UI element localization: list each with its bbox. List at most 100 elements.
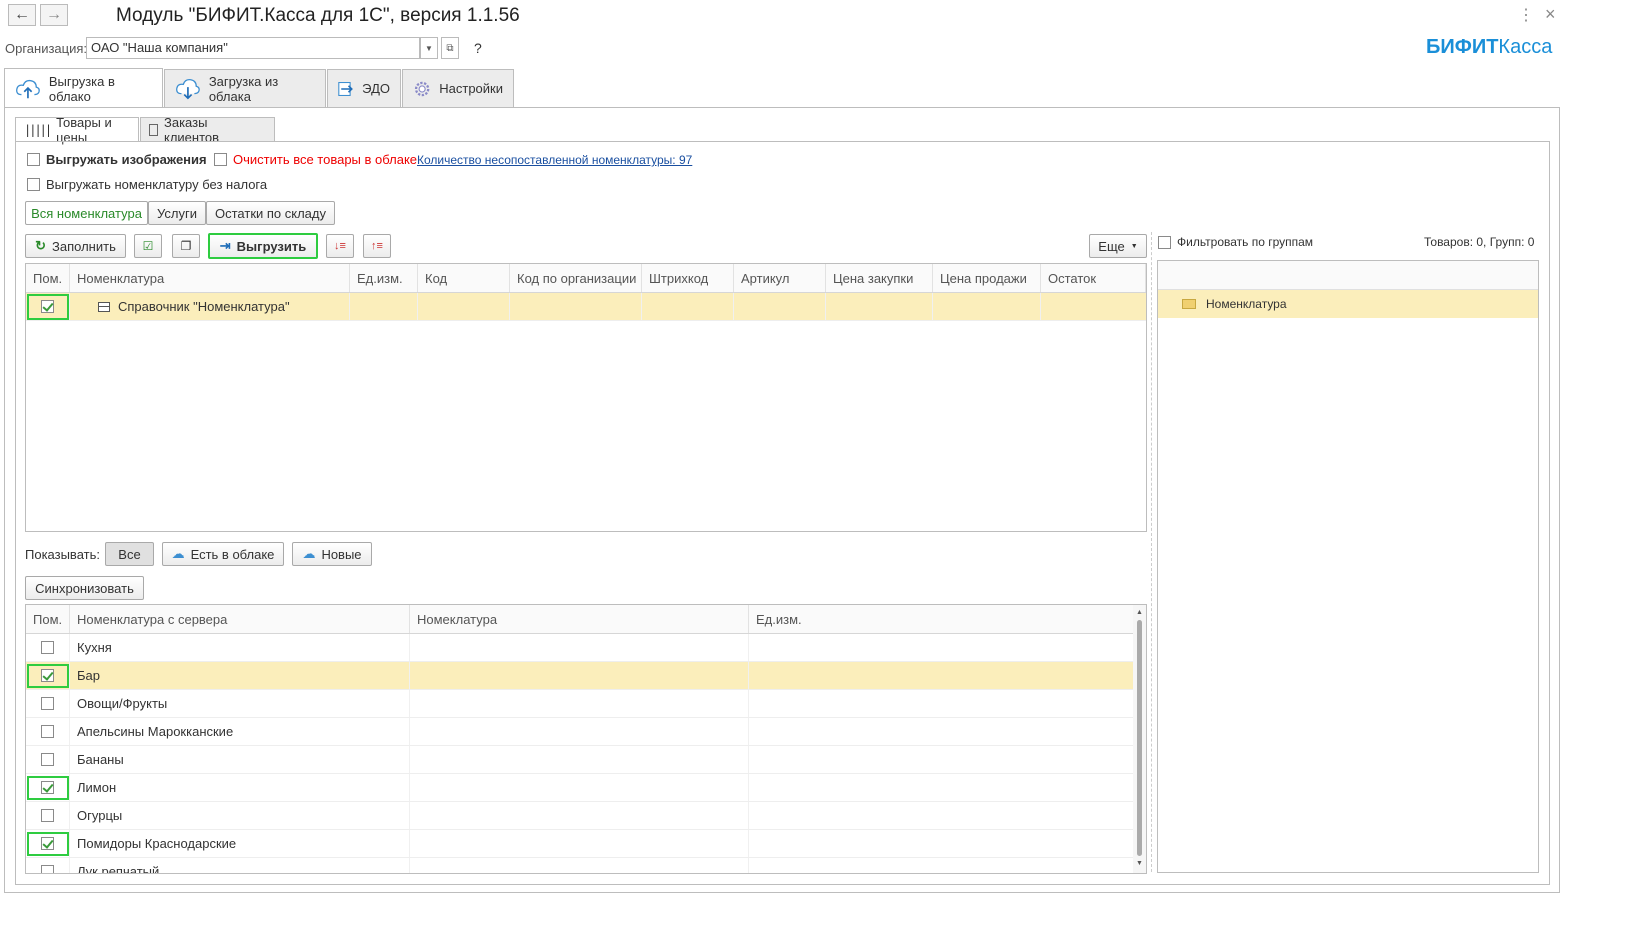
group-filter-label: Фильтровать по группам	[1177, 235, 1314, 249]
tab-upload[interactable]: Выгрузка в облако	[4, 68, 163, 108]
tab-edo[interactable]: ЭДО	[327, 69, 401, 107]
tab-client-orders[interactable]: Заказы клиентов	[140, 115, 275, 145]
col-article[interactable]: Артикул	[734, 264, 826, 292]
row-checkbox[interactable]	[41, 300, 54, 313]
row-server-name: Овощи/Фрукты	[70, 690, 410, 717]
sort-asc-button[interactable]: ↑≡	[363, 234, 391, 258]
export-images-option[interactable]: Выгружать изображения	[27, 152, 207, 167]
col-mark[interactable]: Пом.	[26, 264, 70, 292]
dropdown-button[interactable]: ▼	[420, 37, 438, 59]
row-server-name: Кухня	[70, 634, 410, 661]
open-window-icon: ⧉	[446, 42, 454, 54]
open-button[interactable]: ⧉	[441, 37, 459, 59]
col-local-name[interactable]: Номеклатура	[410, 605, 749, 633]
window-title: Модуль "БИФИТ.Касса для 1С", версия 1.1.…	[116, 5, 520, 26]
row-mark-cell[interactable]	[26, 690, 70, 717]
clear-cloud-checkbox[interactable]	[214, 153, 227, 166]
more-button[interactable]: Еще ▼	[1089, 234, 1147, 258]
help-button[interactable]: ?	[474, 40, 482, 56]
col-code[interactable]: Код	[418, 264, 510, 292]
row-checkbox[interactable]	[41, 865, 54, 873]
export-images-checkbox[interactable]	[27, 153, 40, 166]
vertical-dots-icon[interactable]: ⋮	[1518, 5, 1534, 25]
table-row[interactable]: Апельсины Марокканские	[26, 718, 1134, 746]
sort-desc-button[interactable]: ↓≡	[326, 234, 354, 258]
table-row[interactable]: Лимон	[26, 774, 1134, 802]
tree-header	[1158, 261, 1538, 290]
fill-button[interactable]: ↻ Заполнить	[25, 234, 126, 258]
row-server-name: Апельсины Марокканские	[70, 718, 410, 745]
col-mark[interactable]: Пом.	[26, 605, 70, 633]
row-name-cell: Справочник "Номенклатура"	[70, 293, 350, 320]
row-unit	[749, 802, 1134, 829]
filter-all[interactable]: Вся номенклатура	[25, 201, 148, 225]
col-barcode[interactable]: Штрихкод	[642, 264, 734, 292]
back-button[interactable]: ←	[8, 4, 36, 26]
col-unit[interactable]: Ед.изм.	[749, 605, 1134, 633]
col-unit[interactable]: Ед.изм.	[350, 264, 418, 292]
scroll-up-icon[interactable]: ▲	[1133, 609, 1146, 616]
row-mark-cell[interactable]	[26, 293, 70, 320]
upload-button[interactable]: ⇥ Выгрузить	[208, 233, 318, 259]
table-row[interactable]: Справочник "Номенклатура"	[26, 293, 1146, 321]
filter-services[interactable]: Услуги	[148, 201, 206, 225]
clear-cloud-option[interactable]: Очистить все товары в облаке	[214, 152, 417, 167]
table-row[interactable]: Бананы	[26, 746, 1134, 774]
row-mark-cell[interactable]	[26, 662, 70, 689]
unmatched-link[interactable]: Количество несопоставленной номенклатуры…	[417, 153, 692, 167]
row-checkbox[interactable]	[41, 809, 54, 822]
col-name[interactable]: Номенклатура	[70, 264, 350, 292]
org-input[interactable]: ОАО "Наша компания"	[86, 37, 420, 59]
filter-stock[interactable]: Остатки по складу	[206, 201, 335, 225]
col-sale-price[interactable]: Цена продажи	[933, 264, 1041, 292]
row-mark-cell[interactable]	[26, 802, 70, 829]
tab-download[interactable]: Загрузка из облака	[164, 69, 326, 107]
check-all-button[interactable]: ☑	[134, 234, 162, 258]
export-no-tax-option[interactable]: Выгружать номенклатуру без налога	[27, 177, 267, 192]
table-row[interactable]: Бар	[26, 662, 1134, 690]
show-all-button[interactable]: Все	[105, 542, 154, 566]
tree-item-label: Номенклатура	[1206, 297, 1287, 311]
group-filter-option[interactable]: Фильтровать по группам	[1158, 235, 1313, 249]
splitter[interactable]	[1151, 232, 1153, 872]
col-server-name[interactable]: Номенклатура с сервера	[70, 605, 410, 633]
col-purchase-price[interactable]: Цена закупки	[826, 264, 933, 292]
row-mark-cell[interactable]	[26, 634, 70, 661]
row-mark-cell[interactable]	[26, 858, 70, 873]
row-checkbox[interactable]	[41, 753, 54, 766]
group-tree: Номенклатура	[1157, 260, 1539, 873]
copy-button[interactable]: ❐	[172, 234, 200, 258]
scrollbar[interactable]: ▲ ▼	[1133, 605, 1146, 873]
table-row[interactable]: Огурцы	[26, 802, 1134, 830]
row-checkbox[interactable]	[41, 697, 54, 710]
tab-goods-prices[interactable]: ||||| Товары и цены	[15, 115, 139, 145]
row-checkbox[interactable]	[41, 725, 54, 738]
row-checkbox[interactable]	[41, 781, 54, 794]
scroll-thumb[interactable]	[1137, 620, 1142, 856]
sync-button[interactable]: Синхронизовать	[25, 576, 144, 600]
show-in-cloud-button[interactable]: ☁ Есть в облаке	[162, 542, 284, 566]
row-mark-cell[interactable]	[26, 746, 70, 773]
row-mark-cell[interactable]	[26, 718, 70, 745]
scroll-down-icon[interactable]: ▼	[1133, 860, 1146, 867]
table-row[interactable]: Лук репчатый	[26, 858, 1134, 873]
table-row[interactable]: Овощи/Фрукты	[26, 690, 1134, 718]
export-no-tax-checkbox[interactable]	[27, 178, 40, 191]
row-checkbox[interactable]	[41, 669, 54, 682]
row-checkbox[interactable]	[41, 837, 54, 850]
col-stock[interactable]: Остаток	[1041, 264, 1146, 292]
row-mark-cell[interactable]	[26, 774, 70, 801]
chevron-down-icon: ▼	[1130, 242, 1138, 250]
group-filter-checkbox[interactable]	[1158, 235, 1171, 249]
show-new-button[interactable]: ☁ Новые	[292, 542, 372, 566]
forward-button[interactable]: →	[40, 4, 68, 26]
table-row[interactable]: Кухня	[26, 634, 1134, 662]
row-mark-cell[interactable]	[26, 830, 70, 857]
row-checkbox[interactable]	[41, 641, 54, 654]
close-icon[interactable]: ×	[1545, 4, 1556, 25]
tree-item[interactable]: Номенклатура	[1158, 290, 1538, 318]
row-local-name	[410, 858, 749, 873]
table-row[interactable]: Помидоры Краснодарские	[26, 830, 1134, 858]
col-org-code[interactable]: Код по организации	[510, 264, 642, 292]
tab-settings[interactable]: Настройки	[402, 69, 514, 107]
